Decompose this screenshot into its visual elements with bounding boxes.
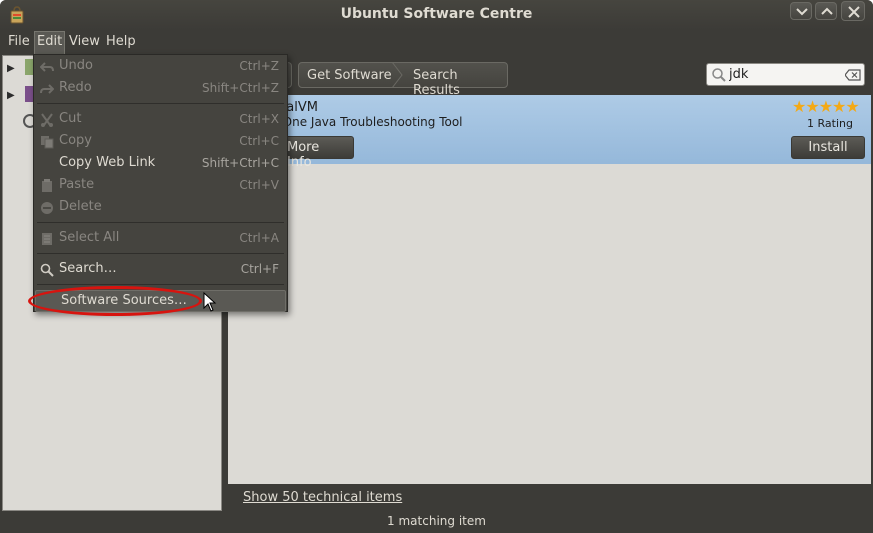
app-summary: -One Java Troubleshooting Tool — [278, 115, 463, 129]
technical-items-bar: Show 50 technical items — [228, 484, 871, 511]
highlight-annotation — [28, 286, 202, 316]
window-title: Ubuntu Software Centre — [340, 6, 533, 22]
menu-view[interactable]: View — [67, 34, 102, 49]
maximize-button[interactable] — [815, 2, 837, 20]
delete-icon — [41, 202, 53, 214]
list-item[interactable]: ualVM -One Java Troubleshooting Tool ★★★… — [228, 95, 871, 170]
mouse-pointer-icon — [203, 292, 217, 312]
paste-icon — [42, 179, 52, 192]
menu-item-paste[interactable]: Paste Ctrl+V — [34, 175, 287, 197]
install-button[interactable]: Install — [791, 136, 865, 159]
close-button[interactable] — [841, 1, 865, 21]
redo-icon — [40, 84, 54, 94]
menu-help[interactable]: Help — [104, 34, 138, 49]
menu-item-redo[interactable]: Redo Shift+Ctrl+Z — [34, 78, 287, 100]
menu-separator — [37, 222, 284, 223]
more-info-button[interactable]: More Info — [278, 136, 354, 170]
maximize-icon — [821, 7, 833, 15]
show-technical-items-link[interactable]: Show 50 technical items — [243, 490, 402, 505]
menu-edit[interactable]: Edit — [34, 31, 66, 54]
breadcrumb-search-results[interactable]: Search Results — [413, 68, 507, 98]
menu-file[interactable]: File — [6, 34, 32, 49]
cut-icon — [41, 113, 53, 127]
undo-icon — [40, 62, 54, 72]
copy-icon — [41, 136, 54, 149]
status-text: 1 matching item — [387, 514, 486, 528]
menu-item-undo[interactable]: Undo Ctrl+Z — [34, 56, 287, 78]
menu-bar: File Edit View Help — [0, 30, 873, 54]
software-centre-window: Ubuntu Software Centre File Edit View He… — [0, 0, 873, 533]
title-bar[interactable]: Ubuntu Software Centre — [0, 0, 873, 30]
results-list: ualVM -One Java Troubleshooting Tool ★★★… — [228, 95, 871, 484]
menu-separator — [37, 103, 284, 104]
menu-item-select-all[interactable]: Select All Ctrl+A — [34, 228, 287, 250]
clear-search-icon[interactable] — [845, 69, 861, 81]
menu-item-copy-web-link[interactable]: Copy Web Link Shift+Ctrl+C — [34, 153, 287, 175]
menu-separator — [37, 284, 284, 285]
breadcrumb: Get Software Search Results — [298, 62, 508, 98]
minimize-icon — [796, 8, 808, 16]
breadcrumb-get-software[interactable]: Get Software — [307, 68, 392, 83]
close-icon — [848, 6, 860, 18]
menu-item-copy[interactable]: Copy Ctrl+C — [34, 131, 287, 153]
edit-menu-dropdown: Undo Ctrl+Z Redo Shift+Ctrl+Z Cut Ctrl+X… — [33, 54, 288, 312]
expand-arrow-icon[interactable]: ▶ — [7, 90, 15, 101]
search-icon — [40, 263, 54, 277]
select-all-icon — [42, 233, 52, 245]
expand-arrow-icon[interactable]: ▶ — [7, 63, 15, 74]
menu-item-search[interactable]: Search… Ctrl+F — [34, 259, 287, 281]
search-field[interactable] — [706, 63, 865, 86]
search-input[interactable] — [729, 66, 839, 83]
status-bar: 1 matching item — [0, 511, 873, 533]
rating-count: 1 Rating — [807, 117, 853, 130]
menu-item-cut[interactable]: Cut Ctrl+X — [34, 109, 287, 131]
menu-item-delete[interactable]: Delete — [34, 197, 287, 219]
menu-separator — [37, 253, 284, 254]
search-icon — [712, 68, 726, 82]
minimize-button[interactable] — [790, 2, 812, 20]
rating-stars: ★★★★★ — [792, 97, 860, 116]
content-pane: Get Software Search Results ualVM -One J… — [228, 55, 871, 511]
breadcrumb-separator-icon — [391, 62, 403, 88]
